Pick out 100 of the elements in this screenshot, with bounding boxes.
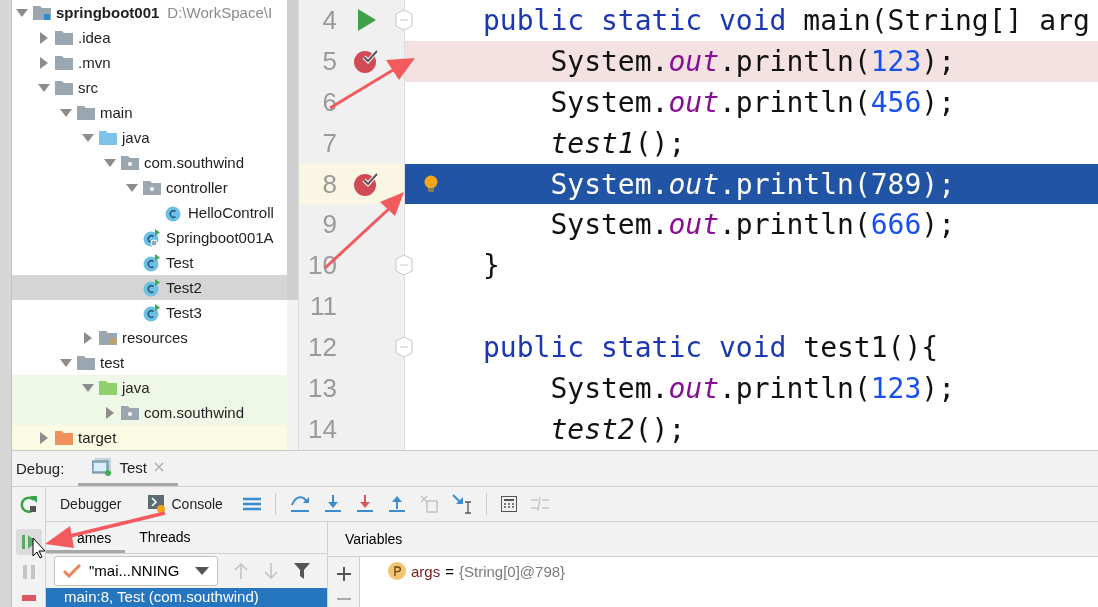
add-icon[interactable] bbox=[336, 567, 351, 581]
stop-icon[interactable] bbox=[21, 595, 36, 601]
collapsed-arrow-icon[interactable] bbox=[106, 406, 114, 419]
code-line: System.out.println(666); bbox=[549, 208, 956, 242]
tree-item[interactable]: HelloControll bbox=[12, 200, 287, 225]
code-line: public static void main(String[] arg bbox=[483, 3, 1090, 37]
tree-item[interactable]: resources bbox=[12, 325, 287, 350]
variable-name: args bbox=[411, 562, 441, 580]
thread-dropdown[interactable]: "mai...NNING bbox=[54, 555, 218, 586]
tree-item[interactable]: Test bbox=[12, 250, 287, 275]
expanded-arrow-icon[interactable] bbox=[104, 158, 116, 167]
tree-label: com.southwind bbox=[144, 404, 245, 421]
line-number: 7 bbox=[321, 127, 337, 159]
tree-item[interactable]: .idea bbox=[12, 25, 287, 50]
tree-item[interactable]: controller bbox=[12, 175, 287, 200]
folder-icon bbox=[77, 105, 95, 120]
runnable-class-icon bbox=[143, 228, 161, 247]
expanded-arrow-icon[interactable] bbox=[16, 8, 28, 17]
debug-tab[interactable]: Test bbox=[78, 451, 178, 486]
collapsed-arrow-icon[interactable] bbox=[40, 56, 48, 69]
calculator-icon[interactable] bbox=[500, 496, 517, 512]
tree-label: target bbox=[78, 429, 117, 446]
force-step-into-icon[interactable] bbox=[355, 495, 374, 513]
tree-item[interactable]: springboot001 D:\WorkSpace\I bbox=[12, 0, 287, 25]
stack-frame[interactable]: main:8, Test (com.southwind) bbox=[46, 588, 327, 607]
caret-icon bbox=[195, 566, 209, 575]
parameter-icon bbox=[388, 562, 406, 580]
tree-item[interactable]: src bbox=[12, 75, 287, 100]
step-over-icon[interactable] bbox=[289, 495, 310, 513]
folder-icon bbox=[99, 130, 117, 145]
lightbulb-icon[interactable] bbox=[424, 175, 438, 193]
runnable-class-icon bbox=[143, 253, 161, 272]
tree-item[interactable]: target bbox=[12, 425, 287, 450]
tree-item[interactable]: .mvn bbox=[12, 50, 287, 75]
tree-item[interactable]: java bbox=[12, 375, 287, 400]
fold-marker-icon[interactable] bbox=[395, 9, 413, 31]
folder-icon bbox=[99, 380, 117, 395]
fold-marker-icon[interactable] bbox=[395, 336, 413, 359]
tree-label: .mvn bbox=[78, 54, 111, 71]
tree-label: controller bbox=[166, 179, 228, 196]
tree-label: resources bbox=[122, 329, 188, 346]
collapsed-arrow-icon[interactable] bbox=[84, 331, 92, 344]
tree-item[interactable]: Test3 bbox=[12, 300, 287, 325]
tree-label: test bbox=[100, 354, 125, 371]
tree-item[interactable]: com.southwind bbox=[12, 150, 287, 175]
menu-icon[interactable] bbox=[242, 497, 261, 511]
expanded-arrow-icon[interactable] bbox=[60, 358, 72, 367]
remove-icon[interactable] bbox=[336, 597, 351, 601]
breakpoint-icon[interactable] bbox=[353, 48, 379, 75]
tree-item[interactable]: Springboot001A bbox=[12, 225, 287, 250]
collapsed-arrow-icon[interactable] bbox=[40, 31, 48, 44]
step-into-icon[interactable] bbox=[323, 495, 342, 513]
frames-tab[interactable]: Threads bbox=[125, 522, 205, 553]
tree-label: Springboot001A bbox=[166, 229, 274, 246]
close-icon[interactable] bbox=[153, 462, 164, 472]
tree-label: src bbox=[78, 79, 98, 96]
line-number: 4 bbox=[321, 4, 337, 36]
code-line: System.out.println(123); bbox=[549, 371, 956, 405]
tree-label: Test2 bbox=[166, 279, 202, 296]
run-icon[interactable] bbox=[356, 9, 376, 32]
line-number: 10 bbox=[307, 250, 337, 282]
tree-item[interactable]: com.southwind bbox=[12, 400, 287, 425]
expanded-arrow-icon[interactable] bbox=[82, 383, 94, 392]
step-out-icon[interactable] bbox=[387, 495, 406, 513]
tree-item[interactable]: java bbox=[12, 125, 287, 150]
rerun-icon[interactable] bbox=[19, 495, 38, 513]
code-line: public static void test1(){ bbox=[483, 331, 939, 365]
tree-label: .idea bbox=[78, 29, 111, 46]
expanded-arrow-icon[interactable] bbox=[60, 108, 72, 117]
tree-label: com.southwind bbox=[144, 154, 245, 171]
tree-item[interactable]: test bbox=[12, 350, 287, 375]
tree-label: Test bbox=[166, 254, 194, 271]
line-number: 14 bbox=[307, 413, 337, 445]
scrollbar-thumb[interactable] bbox=[287, 0, 298, 300]
run-to-cursor-icon[interactable] bbox=[451, 494, 472, 514]
line-number: 12 bbox=[307, 332, 337, 364]
console-window-icon bbox=[92, 458, 113, 476]
console-icon bbox=[147, 495, 166, 513]
folder-icon bbox=[55, 55, 73, 70]
fold-marker-icon[interactable] bbox=[395, 254, 413, 277]
tree-item[interactable]: main bbox=[12, 100, 287, 125]
view-tab[interactable]: Console bbox=[141, 491, 229, 517]
tree-label: HelloControll bbox=[188, 204, 274, 221]
scrollbar[interactable] bbox=[287, 0, 299, 450]
tree-label: java bbox=[122, 129, 150, 146]
view-tab[interactable]: Debugger bbox=[54, 492, 128, 516]
checkmark-icon bbox=[63, 563, 81, 578]
filter-icon[interactable] bbox=[294, 562, 310, 579]
project-path: D:\WorkSpace\I bbox=[167, 4, 273, 21]
code-line: } bbox=[483, 249, 500, 283]
line-number: 13 bbox=[307, 372, 337, 404]
expanded-arrow-icon[interactable] bbox=[82, 133, 94, 142]
line-number: 8 bbox=[321, 168, 337, 200]
collapsed-arrow-icon[interactable] bbox=[40, 431, 48, 444]
variable-value: {String[0]@798} bbox=[458, 562, 566, 580]
tree-item[interactable]: Test2 bbox=[12, 275, 287, 300]
breakpoint-icon[interactable] bbox=[353, 171, 379, 197]
debug-label: Debug: bbox=[16, 460, 65, 477]
expanded-arrow-icon[interactable] bbox=[126, 183, 138, 192]
expanded-arrow-icon[interactable] bbox=[38, 83, 50, 92]
